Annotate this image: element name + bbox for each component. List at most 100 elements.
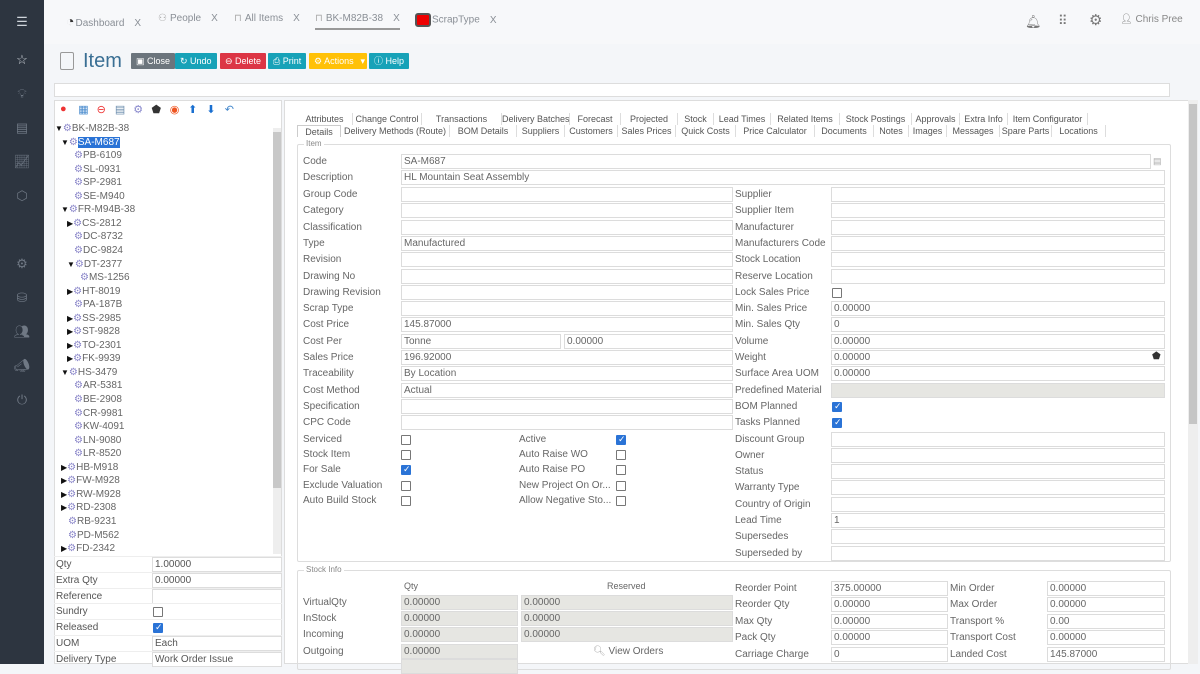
field-input[interactable]: 0 — [831, 646, 948, 662]
calendar-icon[interactable]: ▦ — [78, 103, 88, 116]
tab-images[interactable]: Images — [909, 125, 947, 137]
field-input[interactable] — [831, 529, 1165, 545]
tree-node[interactable]: ▶⚙ST-9828 — [67, 326, 120, 337]
tab-stock-postings[interactable]: Stock Postings — [840, 113, 912, 125]
tab-suppliers[interactable]: Suppliers — [517, 125, 565, 137]
tree-node[interactable]: ⚙LN-9080 — [74, 435, 121, 446]
tab-close-icon[interactable]: X — [293, 13, 300, 24]
tab-customers[interactable]: Customers — [565, 125, 618, 137]
tab-change-control[interactable]: Change Control — [353, 113, 422, 125]
gear-icon[interactable]: ⚙ — [12, 256, 32, 272]
tree-node[interactable]: ⚙MS-1256 — [80, 272, 130, 283]
tab-messages[interactable]: Messages — [947, 125, 1000, 137]
tab-delivery-batches[interactable]: Delivery Batches — [502, 113, 570, 125]
help-button[interactable]: ⓘ Help — [369, 53, 410, 69]
field-checkbox[interactable] — [616, 495, 626, 506]
field-input[interactable] — [401, 252, 733, 268]
field-input[interactable]: 145.87000 — [401, 317, 733, 333]
tree-node[interactable]: ▶⚙FK-9939 — [67, 353, 120, 364]
tree-node[interactable]: ▶⚙TO-2301 — [67, 340, 121, 351]
field-input[interactable] — [831, 203, 1165, 219]
signout-icon[interactable]: ⏻ — [12, 392, 32, 408]
tree-node[interactable]: ⚙BE-2908 — [74, 394, 122, 405]
tree-node[interactable]: ⚙PA-187B — [74, 299, 122, 310]
user-menu[interactable]: 👤︎ Chris Pree — [1120, 14, 1183, 25]
tree-node[interactable]: ▶⚙SS-2985 — [67, 313, 121, 324]
add-icon[interactable]: ● — [60, 103, 67, 115]
tab-notes[interactable]: Notes — [874, 125, 909, 137]
cube-icon[interactable]: ⬡ — [12, 188, 32, 204]
field-input[interactable] — [401, 415, 733, 431]
field-input[interactable] — [831, 219, 1165, 235]
target-icon[interactable]: ◉ — [170, 103, 180, 116]
view-orders-button[interactable]: 🔍︎ View Orders — [593, 646, 663, 657]
tab-dashboard[interactable]: ◔Dashboard X — [66, 13, 141, 29]
tree-node[interactable]: ▼⚙FR-M94B-38 — [61, 204, 135, 215]
field-input[interactable]: By Location — [401, 366, 733, 382]
tree-node[interactable]: ⚙LR-8520 — [74, 448, 121, 459]
tree-node[interactable]: ⚙RB-9231 — [68, 516, 116, 527]
field-checkbox[interactable] — [832, 417, 842, 429]
field-input[interactable] — [831, 431, 1165, 447]
field-input[interactable] — [401, 398, 733, 414]
property-value[interactable]: Each — [152, 636, 282, 651]
tab-transactions[interactable]: Transactions — [422, 113, 502, 125]
tab-documents[interactable]: Documents — [815, 125, 874, 137]
field-input[interactable] — [831, 268, 1165, 284]
field-checkbox[interactable] — [401, 495, 411, 506]
field-input[interactable]: 0.00 — [1047, 613, 1165, 629]
megaphone-icon[interactable]: 📣︎ — [12, 358, 32, 374]
field-checkbox[interactable] — [616, 465, 626, 476]
field-input[interactable]: 196.92000 — [401, 350, 733, 365]
tab-price-calculator[interactable]: Price Calculator — [736, 125, 815, 137]
property-value[interactable]: 1.00000 — [152, 557, 282, 572]
people-icon[interactable]: 👥︎ — [12, 324, 32, 340]
description-input[interactable]: HL Mountain Seat Assembly — [401, 170, 1165, 185]
field-input[interactable]: Actual — [401, 382, 733, 398]
tree-node[interactable]: ▼⚙DT-2377 — [67, 259, 122, 270]
database-icon[interactable]: ⛁ — [12, 290, 32, 306]
bell-icon[interactable]: 🔔︎ — [1025, 14, 1042, 30]
tab-spare-parts[interactable]: Spare Parts — [1000, 125, 1052, 137]
tab-extra-info[interactable]: Extra Info — [960, 113, 1008, 125]
field-input[interactable]: Manufactured — [401, 235, 733, 251]
delete-button[interactable]: ⊖ Delete — [220, 53, 267, 69]
tree-node[interactable]: ▼⚙BK-M82B-38 — [55, 123, 129, 134]
field-input[interactable]: 375.00000 — [831, 581, 948, 596]
tab-bom-details[interactable]: BOM Details — [450, 125, 517, 137]
field-input[interactable]: 145.87000 — [1047, 646, 1165, 662]
field-input[interactable] — [831, 480, 1165, 496]
tab-close-icon[interactable]: X — [211, 13, 218, 24]
tree-node[interactable]: ▶⚙RD-2308 — [61, 502, 116, 513]
tab-forecast[interactable]: Forecast — [570, 113, 621, 125]
tab-item-configurator[interactable]: Item Configurator — [1008, 113, 1088, 125]
field-input[interactable] — [831, 545, 1165, 561]
tab-all-items[interactable]: ⊓ All Items X — [234, 13, 300, 24]
tab-sales-prices[interactable]: Sales Prices — [618, 125, 676, 137]
close-button[interactable]: ▣ Close — [131, 53, 176, 69]
field-checkbox[interactable] — [401, 480, 411, 491]
field-input[interactable] — [831, 252, 1165, 268]
field-input[interactable] — [831, 496, 1165, 512]
tab-close-icon[interactable]: X — [134, 18, 141, 29]
field-input[interactable]: 0.00000 — [831, 597, 948, 613]
tree-node[interactable]: ▶⚙HT-8019 — [67, 286, 120, 297]
tree-node[interactable]: ▶⚙CS-2812 — [67, 218, 122, 229]
tree-node[interactable]: ⚙SL-0931 — [74, 164, 121, 175]
tree-node[interactable]: ▼⚙SA-M687 — [61, 136, 120, 148]
tree-node[interactable]: ⚙KW-4091 — [74, 421, 124, 432]
weight-icon[interactable]: ⬟ — [1152, 351, 1161, 362]
field-input[interactable] — [831, 235, 1165, 251]
expand-toggle-icon[interactable]: ▼ — [61, 138, 69, 147]
property-checkbox[interactable] — [153, 622, 163, 634]
field-input[interactable] — [831, 187, 1165, 202]
code-input[interactable]: SA-M687 — [401, 154, 1151, 169]
id-card-icon[interactable]: ▤ — [12, 120, 32, 136]
field-checkbox[interactable] — [616, 450, 626, 461]
tab-close-icon[interactable]: X — [490, 15, 497, 26]
field-input[interactable]: 0.00000 — [831, 301, 1165, 317]
field-checkbox[interactable] — [401, 450, 411, 461]
tree-scrollbar[interactable] — [273, 128, 281, 554]
field-input[interactable] — [401, 301, 733, 317]
remove-icon[interactable]: ⊖ — [97, 103, 106, 116]
